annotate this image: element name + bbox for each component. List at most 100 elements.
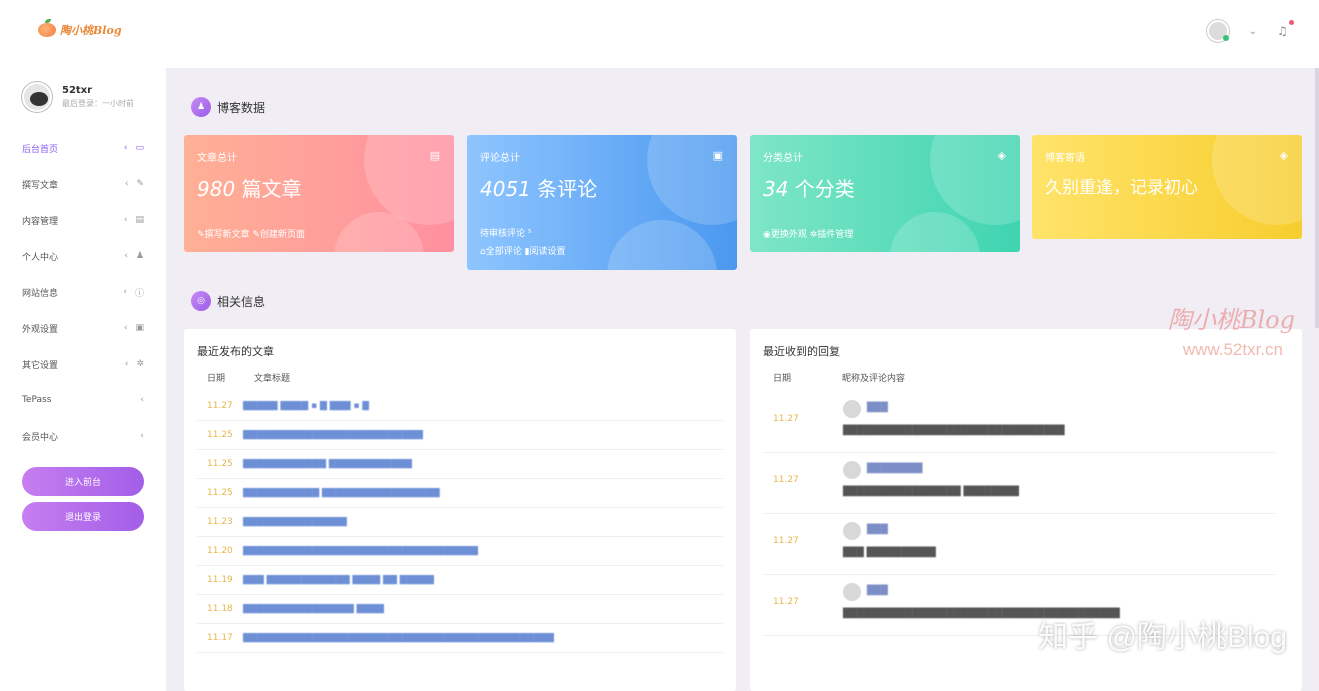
card-label: 文章总计 <box>197 153 237 164</box>
info-icon: ⓘ <box>134 288 144 299</box>
reply-content[interactable]: ███ ██████████ <box>843 548 936 558</box>
sidebar-item[interactable]: 外观设置 ‹ ▣ <box>0 310 166 346</box>
image-icon: ▣ <box>135 323 144 333</box>
sidebar-item-tools: ‹ ▤ <box>124 215 144 225</box>
sidebar-item[interactable]: 后台首页 ‹ ▭ <box>0 130 166 166</box>
enter-front-button[interactable]: 进入前台 <box>22 467 144 496</box>
page-scrollbar[interactable] <box>1315 68 1319 328</box>
card-value: 4051 条评论 <box>480 177 598 201</box>
list-item[interactable]: 11.27 ███ ███ ██████████ <box>763 514 1275 575</box>
sidebar-item-tools: ‹ ▣ <box>124 323 144 333</box>
sidebar-item[interactable]: 网站信息 ‹ ⓘ <box>0 274 166 310</box>
sidebar-item-tools: ‹ <box>140 395 144 405</box>
post-date: 11.18 <box>207 604 233 614</box>
sidebar-item[interactable]: 会员中心 ‹ <box>0 418 166 454</box>
zhihu-watermark: 知乎 @陶小桃Blog <box>1038 621 1287 654</box>
sidebar-item-label: 内容管理 <box>22 216 59 227</box>
card-categories: 分类总计 ◈ 34 个分类 ◉更换外观 ✲插件管理 <box>750 135 1020 252</box>
card-value: 980 篇文章 <box>197 177 302 201</box>
table-row[interactable]: 11.25 ███████████ █████████████████ <box>197 479 723 508</box>
sidebar-item[interactable]: 其它设置 ‹ ✲ <box>0 346 166 382</box>
avatar <box>843 400 861 418</box>
table-row[interactable]: 11.19 ███ ████████████ ████ ██ █████ <box>197 566 723 595</box>
post-date: 11.17 <box>207 633 233 643</box>
col-title: 文章标题 <box>254 374 291 384</box>
user-name: 52txr <box>62 85 93 96</box>
reply-author[interactable]: ███ <box>867 525 888 535</box>
sidebar-item-label: 其它设置 <box>22 360 59 371</box>
reply-author[interactable]: ████████ <box>867 464 922 474</box>
post-title-link[interactable]: ███ ████████████ ████ ██ █████ <box>243 575 434 585</box>
reply-content[interactable]: █████████████████ ████████ <box>843 487 1019 497</box>
comment-icon: ▣ <box>712 149 723 162</box>
card-value: 久别重逢，记录初心 <box>1045 178 1198 198</box>
layers-icon: ◈ <box>997 149 1006 162</box>
sidebar-item-label: 网站信息 <box>22 288 59 299</box>
table-row[interactable]: 11.23 ███████████████ <box>197 508 723 537</box>
card-value: 34 个分类 <box>763 177 855 201</box>
user-profile: 52txr 最后登录：一小时前 <box>22 82 134 112</box>
section-blog-data: ♟ 博客数据 <box>191 97 265 117</box>
card-links[interactable]: ✎撰写新文章 ✎创建新页面 <box>197 227 305 240</box>
site-logo[interactable]: 陶小桃Blog <box>38 19 122 38</box>
main-content: ♟ 博客数据 文章总计 ▤ 980 篇文章 ✎撰写新文章 ✎创建新页面 评论总计… <box>166 68 1319 691</box>
book-icon: ▤ <box>135 215 144 225</box>
chevron-left-icon: ‹ <box>123 215 128 225</box>
list-item[interactable]: 11.27 ███ ████████████████████████████████ <box>763 392 1275 453</box>
sidebar: 52txr 最后登录：一小时前 后台首页 ‹ ▭ 撰写文章 ‹ ✎ 内容管理 ‹ ▤ 个人中心 ‹ ♟… <box>0 68 166 691</box>
list-item[interactable]: 11.27 ████████ █████████████████ ████████ <box>763 453 1275 514</box>
post-title-link[interactable]: ██████████████████████████ <box>243 430 423 440</box>
sidebar-item-label: TePass <box>22 395 52 405</box>
user-avatar-menu[interactable] <box>1206 20 1229 42</box>
sidebar-item-label: 外观设置 <box>22 324 59 335</box>
reply-date: 11.27 <box>773 475 799 485</box>
card-motto: 博客寄语 ◈ 久别重逢，记录初心 <box>1032 135 1302 239</box>
sidebar-item-label: 个人中心 <box>22 252 59 263</box>
table-row[interactable]: 11.27 █████ ████ ▪ █ ███ ▪ █ <box>197 392 723 421</box>
logo-text: 陶小桃Blog <box>60 24 122 37</box>
col-content: 昵称及评论内容 <box>842 374 906 384</box>
avatar[interactable] <box>22 82 52 112</box>
sidebar-item[interactable]: 个人中心 ‹ ♟ <box>0 238 166 274</box>
post-title-link[interactable]: ████████████████████████████████████████… <box>243 633 554 643</box>
chevron-left-icon: ‹ <box>124 179 129 189</box>
top-right-tools: ⌄ ♫ <box>1206 20 1294 42</box>
post-title-link[interactable]: ██████████████████████████████████ <box>243 546 478 556</box>
table-row[interactable]: 11.20 ██████████████████████████████████ <box>197 537 723 566</box>
monitor-icon: ▭ <box>135 143 144 153</box>
post-date: 11.27 <box>207 401 233 411</box>
peach-icon <box>38 19 56 37</box>
top-bar: 陶小桃Blog ⌄ ♫ <box>0 0 1319 68</box>
post-title-link[interactable]: ████████████████ ████ <box>243 604 384 614</box>
reply-author[interactable]: ███ <box>867 586 888 596</box>
table-row[interactable]: 11.25 ████████████ ████████████ <box>197 450 723 479</box>
sidebar-item[interactable]: TePass ‹ <box>0 382 166 418</box>
sidebar-item-label: 撰写文章 <box>22 180 59 191</box>
pending-comments[interactable]: 待审核评论 ⁵ <box>480 226 531 239</box>
post-title-link[interactable]: ████████████ ████████████ <box>243 459 412 469</box>
card-label: 博客寄语 <box>1045 153 1085 164</box>
card-links[interactable]: ◉更换外观 ✲插件管理 <box>763 227 853 240</box>
bell-icon[interactable]: ♫ <box>1277 20 1294 38</box>
card-posts: 文章总计 ▤ 980 篇文章 ✎撰写新文章 ✎创建新页面 <box>184 135 454 252</box>
avatar <box>843 522 861 540</box>
post-title-link[interactable]: ███████████ █████████████████ <box>243 488 440 498</box>
sidebar-item[interactable]: 撰写文章 ‹ ✎ <box>0 166 166 202</box>
table-row[interactable]: 11.25 ██████████████████████████ <box>197 421 723 450</box>
reply-author[interactable]: ███ <box>867 403 888 413</box>
reply-content[interactable]: ████████████████████████████████ <box>843 426 1064 436</box>
sidebar-item-tools: ‹ <box>140 431 144 441</box>
logout-button[interactable]: 退出登录 <box>22 502 144 531</box>
post-title-link[interactable]: █████ ████ ▪ █ ███ ▪ █ <box>243 401 369 411</box>
reply-date: 11.27 <box>773 414 799 424</box>
table-row[interactable]: 11.17 ███████████████████████████████████… <box>197 624 723 653</box>
card-links[interactable]: ⌂全部评论 ▮阅读设置 <box>480 244 566 257</box>
post-title-link[interactable]: ███████████████ <box>243 517 347 527</box>
posts-icon: ▤ <box>429 149 440 162</box>
table-row[interactable]: 11.18 ████████████████ ████ <box>197 595 723 624</box>
sidebar-item[interactable]: 内容管理 ‹ ▤ <box>0 202 166 238</box>
panel-title: 最近发布的文章 <box>197 345 274 358</box>
sidebar-item-tools: ‹ ⓘ <box>123 286 144 299</box>
chevron-down-icon[interactable]: ⌄ <box>1249 26 1257 37</box>
sidebar-item-tools: ‹ ▭ <box>124 143 144 153</box>
